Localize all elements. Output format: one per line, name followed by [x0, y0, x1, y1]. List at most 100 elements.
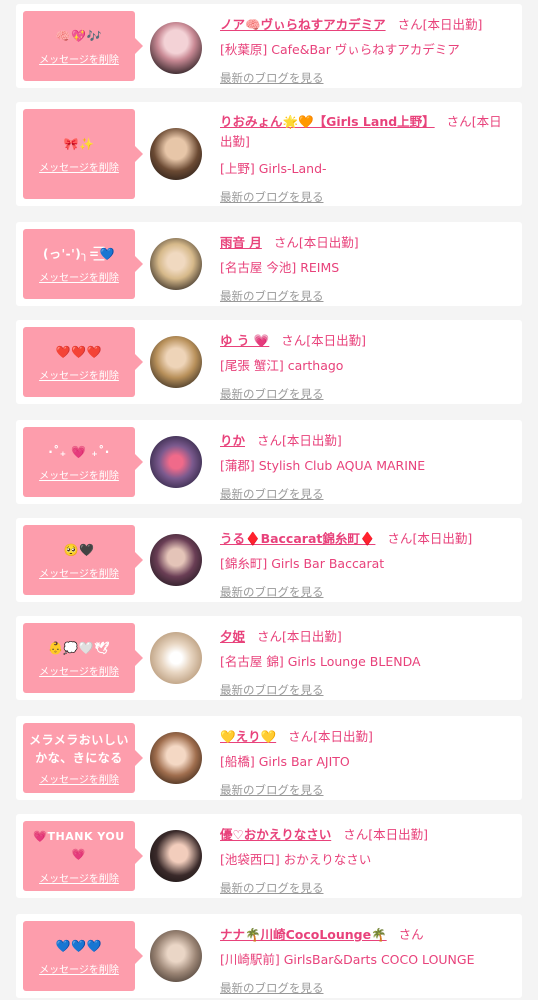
delete-message-link[interactable]: メッセージを削除	[39, 565, 119, 580]
profile-info: 💛えり💛 さん[本日出勤] [船橋] Girls Bar AJITO 最新のブログ…	[220, 726, 514, 798]
latest-blog-link[interactable]: 最新のブログを見る	[220, 70, 514, 86]
shop-name: [尾張 蟹江] carthago	[220, 358, 344, 373]
profile-name-link[interactable]: りか	[220, 433, 245, 448]
message-bubble: 🥺🖤 メッセージを削除	[23, 525, 143, 595]
honorific: さん	[343, 827, 369, 842]
message-bubble: 🎀✨ メッセージを削除	[23, 109, 143, 199]
message-text: 🥺🖤	[63, 542, 95, 557]
shop-name: [錦糸町] Girls Bar Baccarat	[220, 556, 385, 571]
profile-name-link[interactable]: ノア🧠ヴぃらねすアカデミア	[220, 17, 386, 32]
avatar[interactable]	[150, 732, 202, 784]
profile-name-link[interactable]: 優♡おかえりなさい	[220, 827, 331, 842]
status-badge: [本日出勤]	[298, 235, 359, 250]
profile-name-link[interactable]: ゆ う 💗	[220, 333, 269, 348]
message-bubble: 🧠💖🎶 メッセージを削除	[23, 11, 143, 81]
profile-name-link[interactable]: うる♦️Baccarat錦糸町♦️	[220, 531, 375, 546]
message-text: メラメラおいしいかな、きになる	[29, 732, 129, 765]
delete-message-link[interactable]: メッセージを削除	[39, 269, 119, 284]
status-badge: [本日出勤]	[313, 729, 373, 744]
list-item: 🧠💖🎶 メッセージを削除 ノア🧠ヴぃらねすアカデミア さん[本日出勤] [秋葉原]…	[16, 4, 522, 88]
profile-name-link[interactable]: りおみょん🌟🧡【Girls Land上野】	[220, 114, 435, 129]
avatar[interactable]	[150, 632, 202, 684]
avatar[interactable]	[150, 534, 202, 586]
message-bubble: 👶💭🤍🕊 メッセージを削除	[23, 623, 143, 693]
latest-blog-link[interactable]: 最新のブログを見る	[220, 386, 514, 402]
message-text: 🧠💖🎶	[55, 28, 103, 43]
status-badge: [本日出勤]	[368, 827, 428, 842]
list-item: 🥺🖤 メッセージを削除 うる♦️Baccarat錦糸町♦️ さん[本日出勤] [錦…	[16, 518, 522, 602]
shop-name: [上野] Girls-Land-	[220, 161, 327, 176]
status-badge: [本日出勤]	[412, 531, 473, 546]
list-item: ❤️❤️❤️ メッセージを削除 ゆ う 💗 さん[本日出勤] [尾張 蟹江] ca…	[16, 320, 522, 404]
profile-info: 雨音 月さん[本日出勤] [名古屋 今池] REIMS 最新のブログを見る	[220, 232, 514, 304]
latest-blog-link[interactable]: 最新のブログを見る	[220, 584, 514, 600]
list-item: 💙💙💙 メッセージを削除 ナナ🌴川崎CocoLounge🌴 さん [川崎駅前] G…	[16, 914, 522, 998]
profile-name-link[interactable]: 💛えり💛	[220, 729, 276, 744]
latest-blog-link[interactable]: 最新のブログを見る	[220, 486, 514, 502]
shop-name: [川崎駅前] GirlsBar&Darts COCO LOUNGE	[220, 952, 475, 967]
honorific: さん	[288, 729, 314, 744]
status-badge: [本日出勤]	[422, 17, 483, 32]
honorific: さん	[273, 235, 299, 250]
message-text: 💙💙💙	[55, 938, 103, 953]
message-text: ❤️❤️❤️	[55, 344, 103, 359]
honorific: さん	[257, 629, 283, 644]
status-badge: [本日出勤]	[282, 629, 342, 644]
avatar[interactable]	[150, 22, 202, 74]
delete-message-link[interactable]: メッセージを削除	[39, 771, 119, 786]
profile-info: ナナ🌴川崎CocoLounge🌴 さん [川崎駅前] GirlsBar&Darts…	[220, 924, 514, 996]
message-bubble: ❤️❤️❤️ メッセージを削除	[23, 327, 143, 397]
list-item: メラメラおいしいかな、きになる メッセージを削除 💛えり💛 さん[本日出勤] [船…	[16, 716, 522, 800]
latest-blog-link[interactable]: 最新のブログを見る	[220, 189, 514, 205]
list-item: 👶💭🤍🕊 メッセージを削除 夕姫 さん[本日出勤] [名古屋 錦] Girls L…	[16, 616, 522, 700]
list-item: ·˚₊ 💗 ₊˚· メッセージを削除 りか さん[本日出勤] [蒲郡] Styli…	[16, 420, 522, 504]
latest-blog-link[interactable]: 最新のブログを見る	[220, 782, 514, 798]
delete-message-link[interactable]: メッセージを削除	[39, 961, 119, 976]
honorific: さん	[281, 333, 307, 348]
profile-info: ゆ う 💗 さん[本日出勤] [尾張 蟹江] carthago 最新のブログを見る	[220, 330, 514, 402]
avatar[interactable]	[150, 336, 202, 388]
avatar[interactable]	[150, 830, 202, 882]
message-bubble: 💗THANK YOU💗 メッセージを削除	[23, 821, 143, 891]
profile-name-link[interactable]: ナナ🌴川崎CocoLounge🌴	[220, 927, 387, 942]
profile-info: ノア🧠ヴぃらねすアカデミア さん[本日出勤] [秋葉原] Cafe&Bar ヴぃら…	[220, 14, 514, 86]
avatar[interactable]	[150, 930, 202, 982]
shop-name: [蒲郡] Stylish Club AQUA MARINE	[220, 458, 426, 473]
latest-blog-link[interactable]: 最新のブログを見る	[220, 980, 514, 996]
list-item: 💗THANK YOU💗 メッセージを削除 優♡おかえりなさい さん[本日出勤] […	[16, 814, 522, 898]
message-bubble: 💙💙💙 メッセージを削除	[23, 921, 143, 991]
message-text: 👶💭🤍🕊	[47, 640, 111, 655]
shop-name: [船橋] Girls Bar AJITO	[220, 754, 350, 769]
honorific: さん	[446, 114, 472, 129]
delete-message-link[interactable]: メッセージを削除	[39, 467, 119, 482]
profile-name-link[interactable]: 雨音 月	[220, 235, 262, 250]
message-text: 💗THANK YOU💗	[33, 829, 125, 861]
avatar[interactable]	[150, 128, 202, 180]
profile-info: 夕姫 さん[本日出勤] [名古屋 錦] Girls Lounge BLENDA 最…	[220, 626, 514, 698]
status-badge: [本日出勤]	[306, 333, 367, 348]
message-bubble: メラメラおいしいかな、きになる メッセージを削除	[23, 723, 143, 793]
list-item: (っ'-')╮=͟͟͞͞💙 メッセージを削除 雨音 月さん[本日出勤] [名古屋…	[16, 222, 522, 306]
message-bubble: ·˚₊ 💗 ₊˚· メッセージを削除	[23, 427, 143, 497]
profile-info: りおみょん🌟🧡【Girls Land上野】 さん[本日出勤] [上野] Girls…	[220, 112, 514, 205]
shop-name: [秋葉原] Cafe&Bar ヴぃらねすアカデミア	[220, 42, 460, 57]
honorific: さん	[257, 433, 283, 448]
delete-message-link[interactable]: メッセージを削除	[39, 870, 119, 885]
avatar[interactable]	[150, 238, 202, 290]
delete-message-link[interactable]: メッセージを削除	[39, 367, 119, 382]
message-text: (っ'-')╮=͟͟͞͞💙	[42, 246, 116, 261]
honorific: さん	[398, 927, 424, 942]
message-text: 🎀✨	[63, 136, 95, 151]
delete-message-link[interactable]: メッセージを削除	[39, 663, 119, 678]
avatar[interactable]	[150, 436, 202, 488]
latest-blog-link[interactable]: 最新のブログを見る	[220, 880, 514, 896]
delete-message-link[interactable]: メッセージを削除	[39, 51, 119, 66]
latest-blog-link[interactable]: 最新のブログを見る	[220, 288, 514, 304]
delete-message-link[interactable]: メッセージを削除	[39, 159, 119, 174]
honorific: さん	[397, 17, 423, 32]
shop-name: [名古屋 今池] REIMS	[220, 260, 340, 275]
honorific: さん	[387, 531, 413, 546]
profile-name-link[interactable]: 夕姫	[220, 629, 245, 644]
shop-name: [名古屋 錦] Girls Lounge BLENDA	[220, 654, 421, 669]
latest-blog-link[interactable]: 最新のブログを見る	[220, 682, 514, 698]
